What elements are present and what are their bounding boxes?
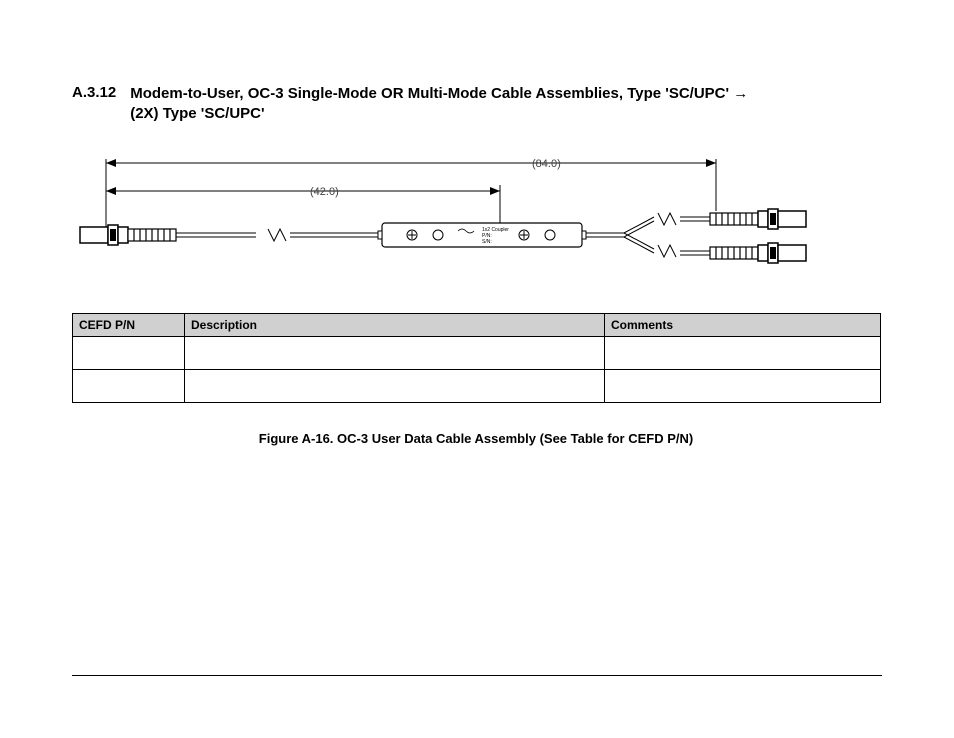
dimension-label-full: (84.0) [532, 158, 561, 170]
break-mark-left [268, 229, 286, 241]
cell-cefd-pn [73, 369, 185, 402]
break-mark-right-bottom [658, 245, 676, 257]
cell-comments [605, 336, 881, 369]
section-title-line2: (2X) Type 'SC/UPC' [130, 105, 264, 122]
section-title-line1: Modem-to-User, OC-3 Single-Mode OR Multi… [130, 85, 733, 102]
cell-comments [605, 369, 881, 402]
cell-description [185, 369, 605, 402]
table-row [73, 369, 881, 402]
section-title: Modem-to-User, OC-3 Single-Mode OR Multi… [130, 84, 748, 125]
coupler: 1x2 Coupler P/N: S/N: [378, 223, 586, 247]
cell-description [185, 336, 605, 369]
coupler-label-3: S/N: [482, 239, 492, 245]
connector-left [80, 225, 256, 245]
arrow-icon: → [733, 85, 748, 102]
footer-rule [72, 675, 882, 676]
table-row [73, 336, 881, 369]
dimension-label-half: (42.0) [310, 186, 339, 198]
section-heading: A.3.12 Modem-to-User, OC-3 Single-Mode O… [72, 84, 882, 125]
cefd-table: CEFD P/N Description Comments [72, 313, 881, 403]
col-header-comments: Comments [605, 313, 881, 336]
cell-cefd-pn [73, 336, 185, 369]
section-number: A.3.12 [72, 84, 116, 125]
col-header-description: Description [185, 313, 605, 336]
connector-right-top [680, 209, 806, 229]
figure-caption: Figure A-16. OC-3 User Data Cable Assemb… [72, 431, 880, 446]
table-header-row: CEFD P/N Description Comments [73, 313, 881, 336]
col-header-cefd-pn: CEFD P/N [73, 313, 185, 336]
connector-right-bottom [680, 243, 806, 263]
break-mark-right-top [658, 213, 676, 225]
cable-assembly-diagram: (84.0) (42.0) [72, 151, 880, 291]
